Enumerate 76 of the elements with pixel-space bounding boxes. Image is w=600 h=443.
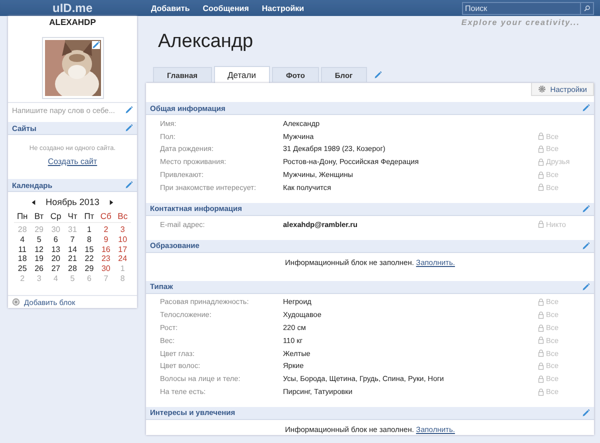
calendar-day[interactable]: 2	[98, 225, 114, 235]
calendar-day[interactable]: 13	[47, 244, 64, 254]
weekday-label: Ср	[49, 210, 62, 222]
pencil-icon[interactable]	[125, 106, 133, 114]
calendar-day[interactable]: 26	[30, 264, 48, 274]
pencil-icon[interactable]	[582, 408, 590, 417]
weekday-label: Пт	[83, 210, 96, 222]
lock-icon[interactable]	[538, 349, 544, 358]
lock-icon[interactable]	[538, 388, 544, 396]
previous-month-icon[interactable]	[30, 200, 36, 204]
calendar-day[interactable]: 16	[98, 244, 114, 254]
lock-icon[interactable]	[538, 374, 544, 383]
profile-name: Александр	[158, 31, 254, 54]
calendar-day[interactable]: 5	[30, 234, 48, 245]
calendar-day[interactable]: 27	[47, 264, 64, 274]
calendar-day[interactable]: 14	[64, 244, 81, 254]
calendar-day[interactable]: 7	[64, 234, 81, 245]
lock-icon[interactable]	[538, 144, 544, 153]
lock-icon[interactable]	[538, 310, 544, 319]
nav-link[interactable]: Добавить	[151, 4, 190, 12]
settings-icon	[538, 85, 546, 93]
lock-icon[interactable]	[538, 170, 544, 179]
weekday-label: Пн	[16, 210, 29, 222]
calendar-day[interactable]: 29	[80, 264, 98, 274]
pencil-icon[interactable]	[125, 181, 133, 189]
calendar-day[interactable]: 6	[47, 234, 64, 245]
calendar-day[interactable]: 10	[114, 234, 131, 245]
nav-link[interactable]: Настройки	[262, 4, 304, 12]
calendar-day[interactable]: 25	[14, 264, 31, 274]
calendar-day[interactable]: 12	[30, 244, 48, 254]
calendar-day[interactable]: 23	[98, 254, 114, 264]
calendar-day[interactable]: 17	[114, 244, 131, 254]
create-site-link[interactable]: Создать сайт	[48, 157, 98, 166]
calendar-day[interactable]: 4	[14, 234, 31, 245]
calendar-day[interactable]: 24	[114, 254, 131, 264]
add-icon[interactable]	[12, 298, 20, 306]
lock-icon[interactable]	[538, 183, 544, 192]
pencil-icon[interactable]	[125, 124, 133, 132]
lock-icon[interactable]	[538, 158, 544, 166]
next-month-icon[interactable]	[109, 200, 114, 204]
site-logo[interactable]: uID.me	[52, 1, 92, 15]
search-field[interactable]: Поиск	[462, 2, 581, 14]
pencil-icon[interactable]	[374, 70, 382, 78]
month-title: Ноябрь 2013	[46, 197, 100, 207]
weekday-label: Сб	[99, 210, 112, 222]
calendar-day[interactable]: 15	[80, 244, 98, 254]
calendar-day[interactable]: 28	[64, 264, 81, 274]
calendar-day[interactable]: 30	[98, 264, 114, 274]
username: ALEXAHDP	[48, 16, 97, 29]
tagline: Explore your creativity...	[461, 18, 580, 27]
pencil-icon[interactable]	[582, 282, 590, 291]
calendar-day[interactable]: 19	[30, 254, 48, 264]
weekday-label: Вт	[33, 210, 45, 222]
weekday-label: Чт	[66, 210, 78, 222]
weekday-label: Вс	[116, 210, 129, 222]
calendar-day[interactable]: 18	[14, 254, 31, 264]
nav-link[interactable]: Сообщения	[202, 4, 249, 12]
pencil-icon[interactable]	[582, 104, 590, 112]
calendar-day[interactable]: 8	[80, 234, 98, 245]
calendar-day[interactable]: 11	[14, 244, 31, 254]
lock-icon[interactable]	[538, 132, 544, 140]
lock-icon[interactable]	[538, 336, 544, 344]
search-icon[interactable]	[581, 2, 594, 14]
calendar-day[interactable]: 9	[98, 234, 114, 245]
calendar-day[interactable]: 21	[64, 254, 81, 264]
pencil-icon[interactable]	[582, 242, 590, 250]
lock-icon[interactable]	[538, 324, 544, 332]
calendar-day[interactable]: 20	[47, 254, 64, 264]
pencil-icon[interactable]	[582, 204, 590, 213]
calendar-day[interactable]: 1	[80, 225, 98, 235]
lock-icon[interactable]	[538, 362, 544, 370]
tab[interactable]: Детали	[214, 66, 270, 83]
calendar-day[interactable]: 3	[114, 225, 131, 235]
calendar-day[interactable]: 22	[80, 254, 98, 264]
lock-icon[interactable]	[538, 298, 544, 306]
lock-icon[interactable]	[538, 220, 544, 228]
